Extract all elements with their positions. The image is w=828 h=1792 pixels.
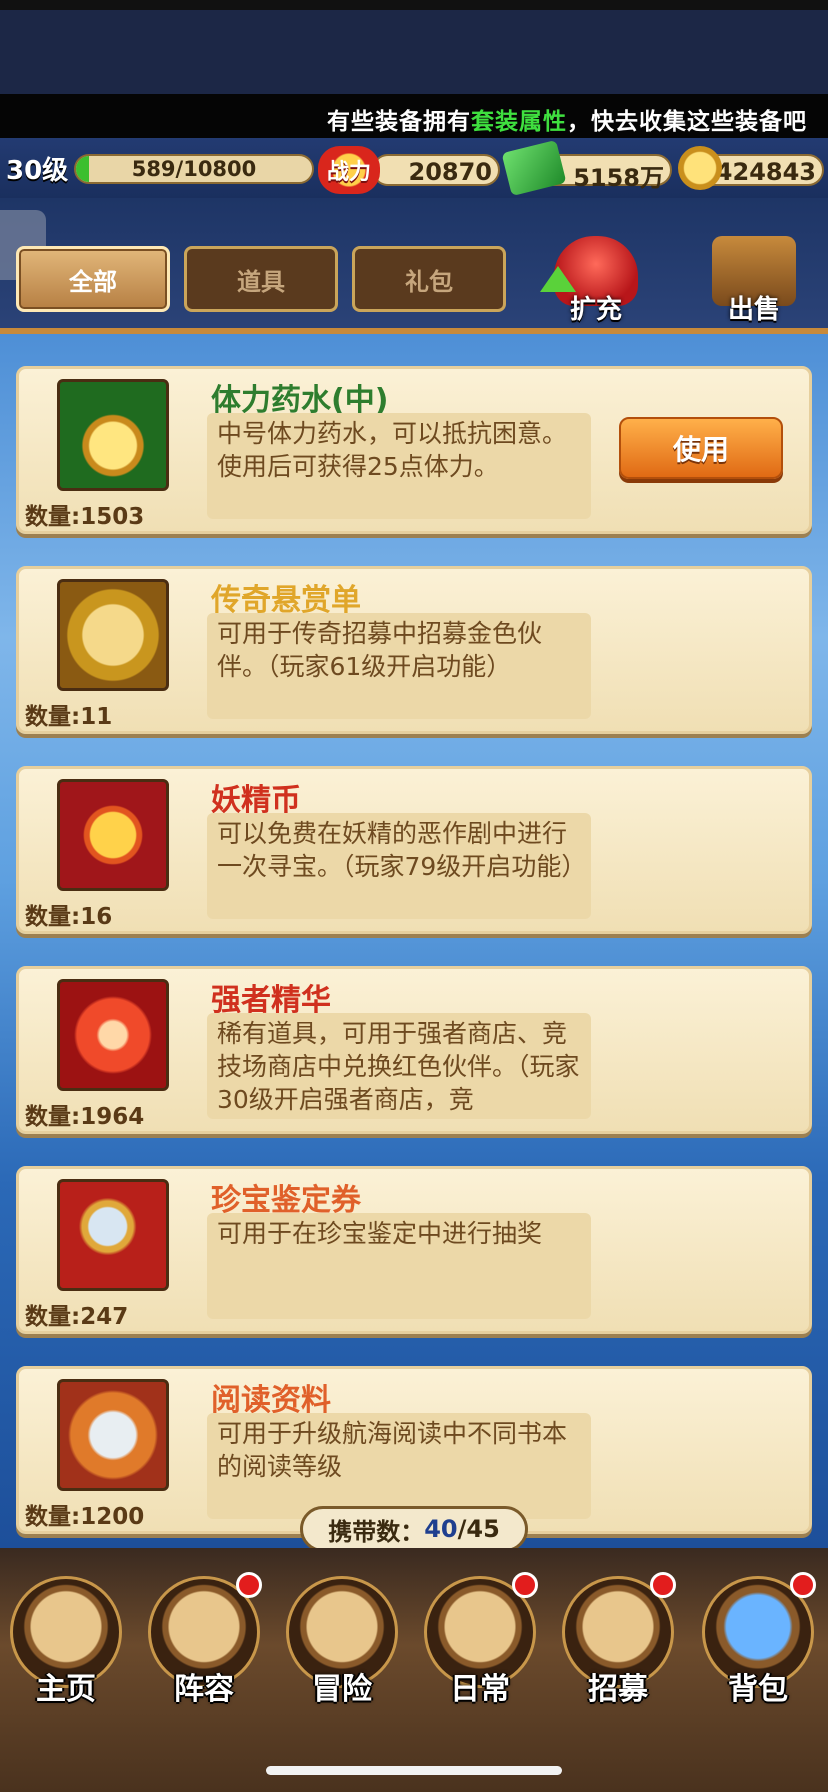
power-icon-label: 战力 [326, 160, 371, 185]
fairy-coin-icon [57, 779, 169, 891]
power-icon: 战力 [318, 146, 380, 194]
xp-bar: 589/10800 [74, 154, 314, 184]
use-button[interactable]: 使用 [619, 417, 783, 479]
ticker-prefix: 有些装备拥有 [327, 109, 471, 135]
crystal-icon [57, 979, 169, 1091]
use-button-label: 使用 [672, 433, 729, 466]
home-indicator[interactable] [266, 1766, 562, 1775]
item-quantity: 数量:1964 [25, 1104, 145, 1130]
notification-dot [790, 1572, 816, 1598]
item-quantity: 数量:16 [25, 904, 113, 930]
nav-home[interactable]: 主页 [4, 1576, 128, 1716]
tab-gifts-label: 礼包 [405, 267, 453, 296]
tab-all-label: 全部 [69, 267, 117, 296]
potion-icon [57, 379, 169, 491]
carry-max: /45 [457, 1515, 500, 1543]
magnifier-icon [57, 1179, 169, 1291]
item-description: 稀有道具，可用于强者商店、竞技场商店中兑换红色伙伴。（玩家30级开启强者商店，竞 [207, 1013, 591, 1119]
ticker-highlight: 套装属性 [471, 109, 567, 135]
expand-button[interactable]: 扩充 [536, 236, 656, 326]
item-quantity: 数量:247 [25, 1304, 129, 1330]
announcement-ticker: 有些装备拥有套装属性，快去收集这些装备吧 [0, 94, 828, 138]
sell-label: 出售 [727, 295, 780, 325]
expand-label: 扩充 [569, 295, 622, 325]
tab-items[interactable]: 道具 [184, 246, 338, 312]
item-card[interactable]: 数量:16 妖精币 可以免费在妖精的恶作剧中进行一次寻宝。（玩家79级开启功能） [16, 766, 812, 934]
item-description: 可用于传奇招募中招募金色伙伴。（玩家61级开启功能） [207, 613, 591, 719]
gold-coin-icon [678, 146, 722, 190]
money-value: 5158万 [573, 164, 664, 192]
nav-bag-label: 背包 [728, 1672, 788, 1707]
item-description: 可用于升级航海阅读中不同书本的阅读等级 [207, 1413, 591, 1519]
item-quantity: 数量:11 [25, 704, 113, 730]
item-description: 可用于在珍宝鉴定中进行抽奖 [207, 1213, 591, 1319]
item-card[interactable]: 数量:1503 体力药水(中) 中号体力药水，可以抵抗困意。使用后可获得25点体… [16, 366, 812, 534]
nav-daily-label: 日常 [450, 1672, 510, 1707]
nav-daily[interactable]: 日常 [418, 1572, 542, 1716]
tab-items-label: 道具 [237, 267, 285, 296]
item-card[interactable]: 数量:1964 强者精华 稀有道具，可用于强者商店、竞技场商店中兑换红色伙伴。（… [16, 966, 812, 1134]
power-display: 20870 [372, 154, 500, 186]
nav-formation-label: 阵容 [174, 1672, 234, 1707]
nav-bag[interactable]: 背包 [696, 1572, 820, 1716]
nav-recruit-label: 招募 [588, 1672, 648, 1707]
nav-adventure-label: 冒险 [312, 1672, 372, 1707]
nav-formation[interactable]: 阵容 [142, 1572, 266, 1716]
player-level: 30级 [6, 156, 69, 186]
system-top-edge [0, 0, 828, 10]
notification-dot [236, 1572, 262, 1598]
carry-label: 携带数： [328, 1517, 425, 1546]
coin-value: 424843 [715, 158, 816, 186]
notification-dot [650, 1572, 676, 1598]
item-card[interactable]: 数量:247 珍宝鉴定券 可用于在珍宝鉴定中进行抽奖 [16, 1166, 812, 1334]
item-description: 中号体力药水，可以抵抗困意。使用后可获得25点体力。 [207, 413, 591, 519]
nav-adventure[interactable]: 冒险 [280, 1576, 404, 1716]
nav-home-label: 主页 [36, 1672, 96, 1707]
sell-button[interactable]: 出售 [694, 236, 814, 326]
ticker-suffix: ，快去收集这些装备吧 [567, 109, 807, 135]
xp-text: 589/10800 [131, 157, 257, 181]
top-banner [0, 10, 828, 94]
notification-dot [512, 1572, 538, 1598]
power-value: 20870 [408, 158, 493, 186]
item-quantity: 数量:1503 [25, 504, 145, 530]
nav-recruit[interactable]: 招募 [556, 1572, 680, 1716]
item-card[interactable]: 数量:11 传奇悬赏单 可用于传奇招募中招募金色伙伴。（玩家61级开启功能） [16, 566, 812, 734]
wanted-poster-icon [57, 579, 169, 691]
tab-all[interactable]: 全部 [16, 246, 170, 312]
carry-current: 40 [424, 1515, 458, 1543]
document-icon [57, 1379, 169, 1491]
tab-gifts[interactable]: 礼包 [352, 246, 506, 312]
item-description: 可以免费在妖精的恶作剧中进行一次寻宝。（玩家79级开启功能） [207, 813, 591, 919]
carry-count: 携带数： 40/45 [300, 1506, 528, 1552]
item-quantity: 数量:1200 [25, 1504, 145, 1530]
